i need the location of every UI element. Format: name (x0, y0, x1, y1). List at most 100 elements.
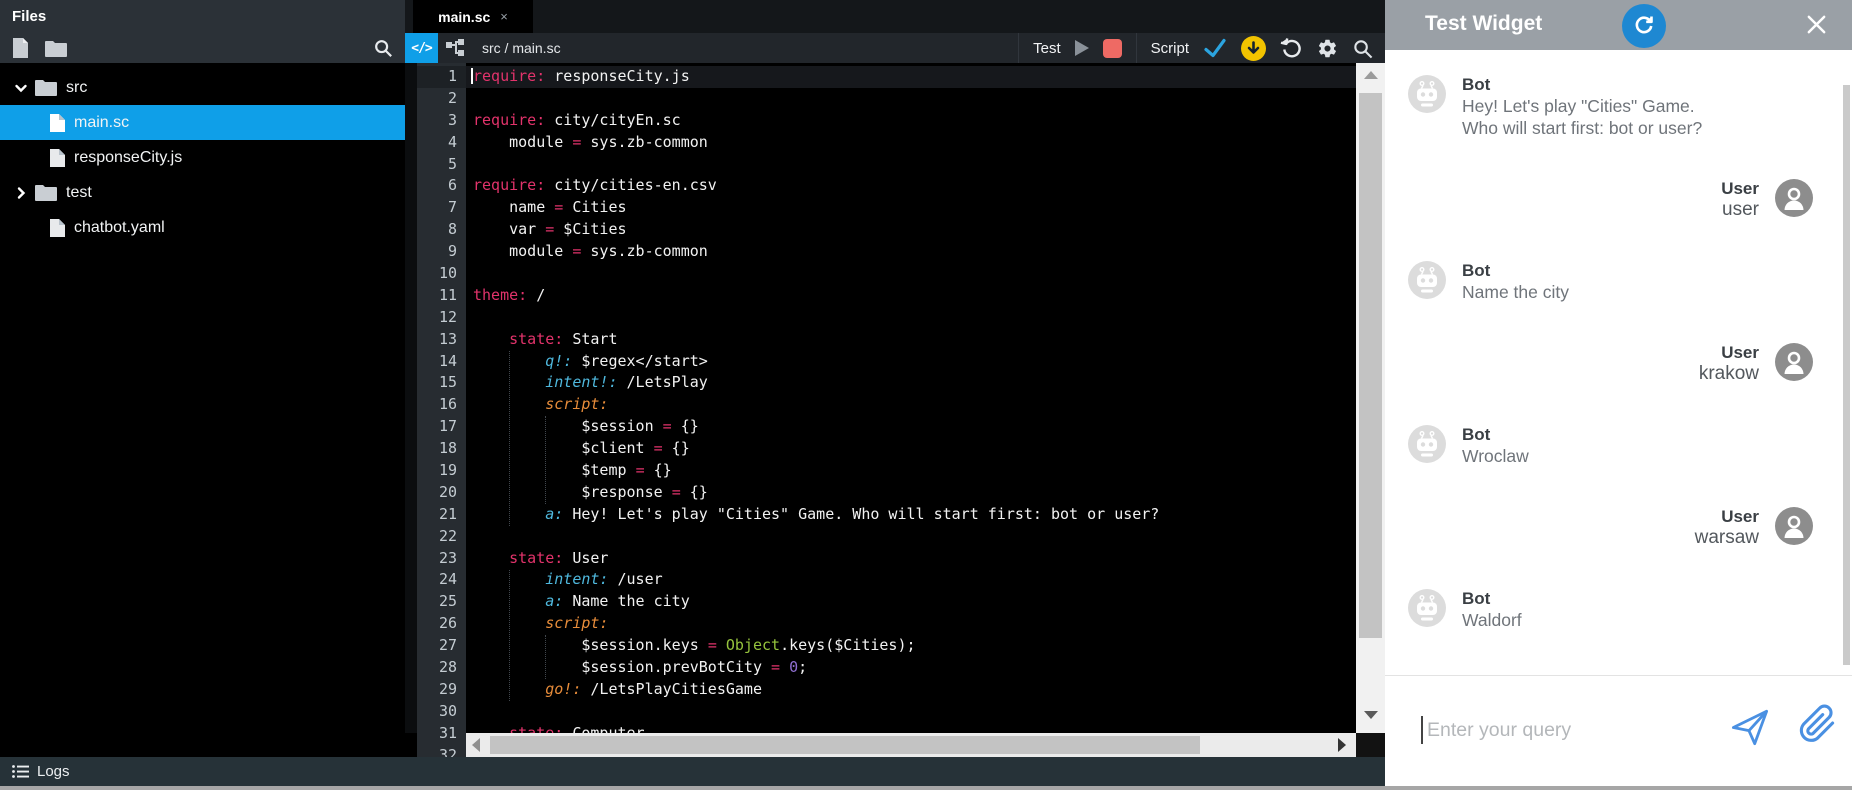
code-line[interactable]: go!: /LetsPlayCitiesGame (466, 679, 1356, 701)
chat-scrollbar[interactable] (1843, 85, 1850, 665)
line-number: 30 (417, 701, 466, 723)
code-line[interactable]: require: city/cityEn.sc (466, 110, 1356, 132)
code-line[interactable]: intent: /user (466, 569, 1356, 591)
line-number: 20 (417, 482, 466, 504)
editor-vertical-scrollbar[interactable] (1356, 63, 1385, 733)
scrollbar-corner (1356, 733, 1385, 757)
code-line[interactable]: state: User (466, 548, 1356, 570)
line-number: 1 (417, 66, 466, 88)
code-line[interactable]: state: Computer (466, 723, 1356, 733)
code-line[interactable] (466, 154, 1356, 176)
code-token: a: (545, 505, 563, 523)
code-line[interactable]: require: city/cities-en.csv (466, 175, 1356, 197)
code-line[interactable] (466, 701, 1356, 723)
toolbar-separator (1018, 33, 1019, 63)
code-line[interactable]: $response = {} (466, 482, 1356, 504)
deploy-button[interactable] (1241, 36, 1266, 61)
chevron-down-icon[interactable] (12, 81, 30, 95)
code-line[interactable]: theme: / (466, 285, 1356, 307)
bot-avatar-icon (1408, 589, 1446, 627)
text-caret (471, 68, 473, 84)
code-line[interactable]: var = $Cities (466, 219, 1356, 241)
user-avatar-icon (1775, 507, 1813, 545)
tree-item-test[interactable]: test (0, 175, 405, 210)
code-line[interactable] (466, 526, 1356, 548)
editor-search-button[interactable] (1352, 38, 1373, 59)
code-token (473, 592, 545, 610)
code-token (473, 352, 545, 370)
message-body: Userwarsaw (1695, 507, 1759, 549)
tree-item-label: test (66, 184, 92, 202)
code-line[interactable]: $session.keys = Object.keys($Cities); (466, 635, 1356, 657)
code-token: = (663, 417, 672, 435)
message-text: Hey! Let's play "Cities" Game. Who will … (1462, 95, 1717, 139)
code-token: Start (563, 330, 617, 348)
input-caret (1421, 716, 1423, 744)
code-line[interactable]: script: (466, 613, 1356, 635)
files-panel-title: Files (0, 0, 405, 33)
code-line[interactable]: name = Cities (466, 197, 1356, 219)
chevron-right-icon[interactable] (12, 186, 30, 200)
code-line[interactable]: module = sys.zb-common (466, 241, 1356, 263)
tree-item-responseCity-js[interactable]: responseCity.js (0, 140, 405, 175)
file-search-button[interactable] (373, 38, 393, 58)
code-line[interactable]: q!: $regex</start> (466, 351, 1356, 373)
code-token: $session (473, 417, 663, 435)
code-token: /LetsPlayCitiesGame (581, 680, 762, 698)
scroll-down-arrow[interactable] (1364, 711, 1378, 719)
close-widget-button[interactable] (1805, 13, 1828, 36)
restart-chat-button[interactable] (1622, 4, 1666, 48)
tree-item-chatbot-yaml[interactable]: chatbot.yaml (0, 210, 405, 245)
logs-bar[interactable]: Logs (0, 757, 1385, 786)
stop-test-button[interactable] (1103, 39, 1122, 58)
code-line[interactable]: $client = {} (466, 438, 1356, 460)
new-file-button[interactable] (12, 38, 29, 58)
code-token: theme: (473, 286, 527, 304)
send-message-button[interactable] (1729, 706, 1771, 748)
undo-button[interactable] (1280, 37, 1303, 60)
horizontal-scroll-thumb[interactable] (490, 736, 1200, 754)
code-line[interactable]: $session = {} (466, 416, 1356, 438)
files-actions-bar (0, 33, 405, 63)
line-number: 7 (417, 197, 466, 219)
flowchart-view-button[interactable] (438, 33, 472, 63)
code-token: Object (726, 636, 780, 654)
vertical-scroll-thumb[interactable] (1359, 93, 1382, 638)
validate-check-button[interactable] (1203, 37, 1227, 59)
run-test-button[interactable] (1075, 40, 1089, 56)
line-number: 24 (417, 569, 466, 591)
settings-gear-button[interactable] (1317, 38, 1338, 59)
message-text: Name the city (1462, 281, 1569, 303)
code-line[interactable]: $session.prevBotCity = 0; (466, 657, 1356, 679)
new-folder-button[interactable] (45, 40, 67, 57)
line-number: 21 (417, 504, 466, 526)
code-line[interactable]: script: (466, 394, 1356, 416)
code-line[interactable]: intent!: /LetsPlay (466, 372, 1356, 394)
scroll-left-arrow[interactable] (472, 738, 480, 752)
code-line[interactable]: require: responseCity.js (466, 66, 1356, 88)
editor-horizontal-scrollbar[interactable] (466, 733, 1356, 757)
tab-main-sc[interactable]: main.sc × (413, 0, 533, 33)
code-line[interactable]: $temp = {} (466, 460, 1356, 482)
query-input[interactable] (1425, 704, 1709, 756)
scroll-up-arrow[interactable] (1364, 71, 1378, 79)
message-sender: Bot (1462, 75, 1717, 95)
message-text: warsaw (1695, 527, 1759, 549)
scroll-right-arrow[interactable] (1338, 738, 1346, 752)
code-text-area[interactable]: require: responseCity.js require: city/ci… (466, 63, 1356, 733)
code-line[interactable]: module = sys.zb-common (466, 132, 1356, 154)
code-line[interactable]: a: Hey! Let's play "Cities" Game. Who wi… (466, 504, 1356, 526)
attach-file-button[interactable] (1795, 702, 1839, 746)
code-line[interactable] (466, 307, 1356, 329)
tree-item-main-sc[interactable]: main.sc (0, 105, 405, 140)
code-line[interactable]: a: Name the city (466, 591, 1356, 613)
code-line[interactable]: state: Start (466, 329, 1356, 351)
message-sender: Bot (1462, 589, 1522, 609)
code-line[interactable] (466, 263, 1356, 285)
line-number: 14 (417, 351, 466, 373)
code-line[interactable] (466, 88, 1356, 110)
code-view-button[interactable]: </> (405, 33, 438, 63)
tab-close-icon[interactable]: × (500, 9, 508, 24)
chat-input-area (1385, 675, 1852, 786)
tree-item-src[interactable]: src (0, 70, 405, 105)
